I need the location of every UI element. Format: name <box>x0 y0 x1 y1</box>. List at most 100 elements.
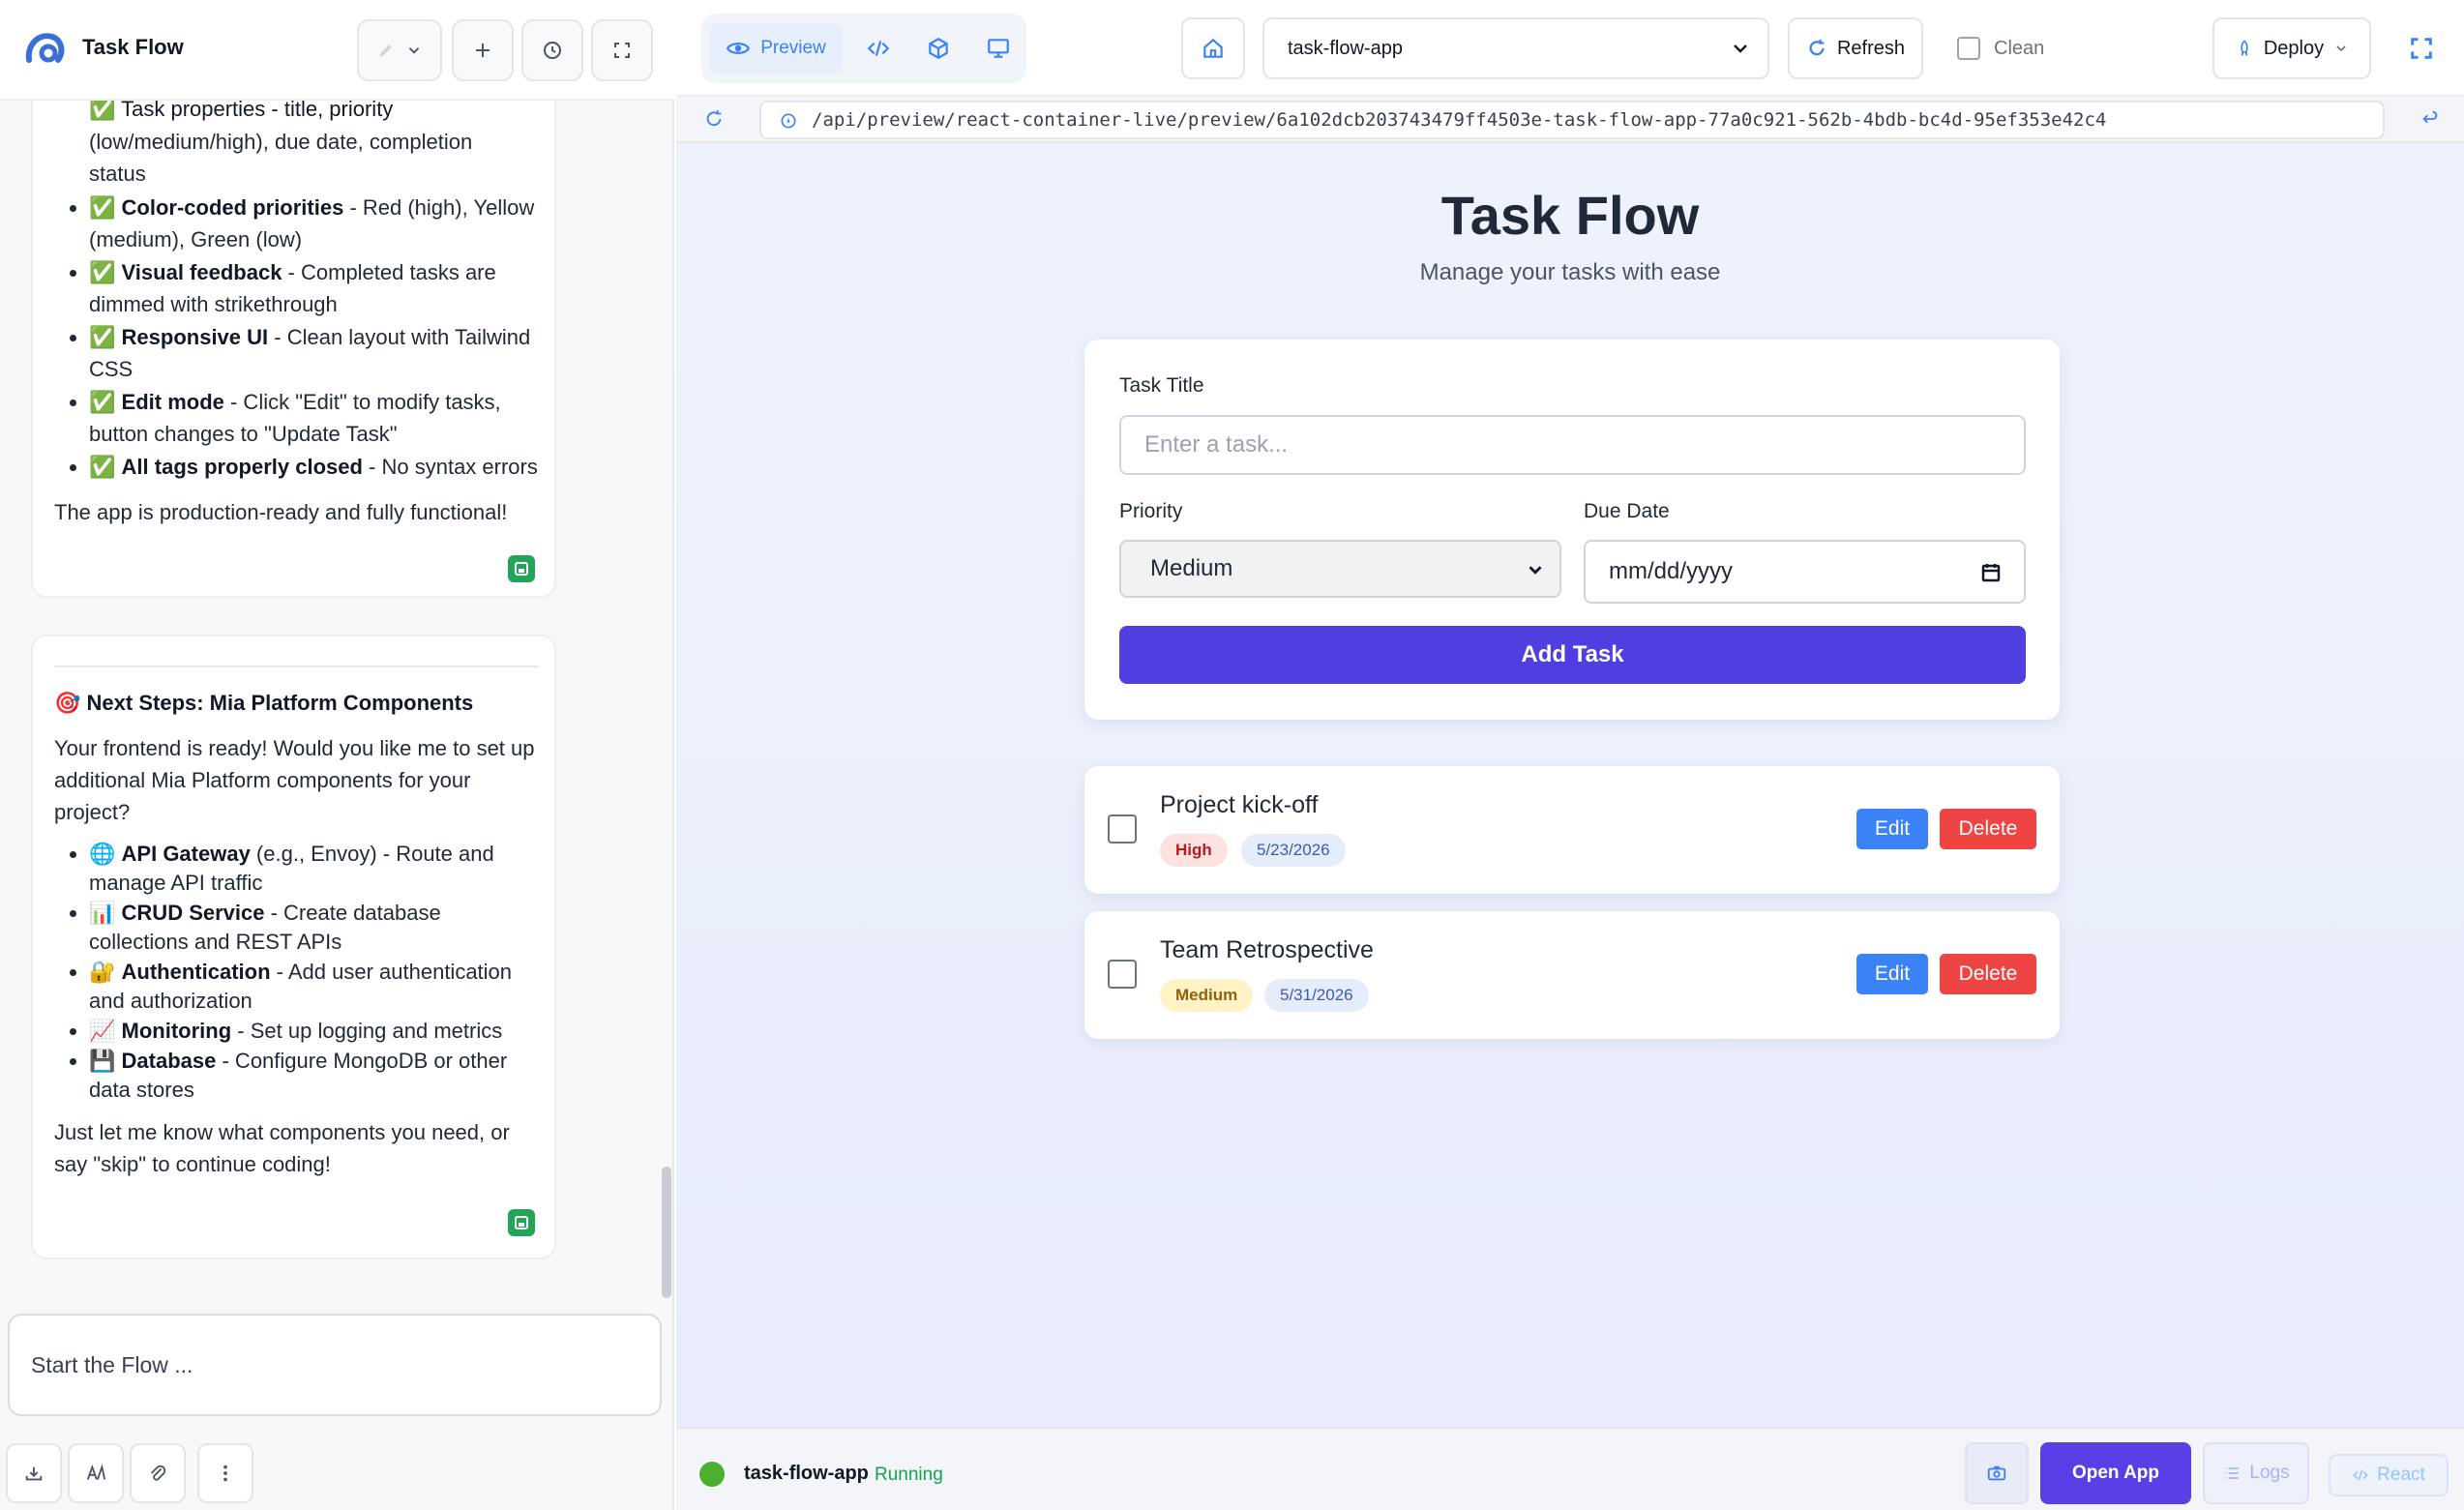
tab-desktop[interactable] <box>974 23 1023 74</box>
clean-toggle[interactable]: Clean <box>1957 37 2044 60</box>
list-item: ✅ All tags properly closed - No syntax e… <box>89 451 538 483</box>
task-complete-checkbox[interactable] <box>1108 960 1137 989</box>
chat-messages: ✅ Task properties - title, priority (low… <box>0 101 674 1296</box>
task-title: Project kick-off <box>1160 791 1319 818</box>
clean-checkbox[interactable] <box>1957 37 1980 60</box>
chat-input[interactable]: Start the Flow ... <box>8 1314 662 1416</box>
chat-header: Task Flow <box>0 0 674 101</box>
delete-task-button[interactable]: Delete <box>1940 954 2036 994</box>
edit-task-button[interactable]: Edit <box>1856 954 1928 994</box>
divider <box>54 666 538 667</box>
url-bar: /api/preview/react-container-live/previe… <box>676 97 2464 143</box>
upload-button[interactable] <box>6 1443 62 1503</box>
status-bar: task-flow-app Running Open App Logs Reac… <box>676 1427 2464 1510</box>
url-text: /api/preview/react-container-live/previe… <box>812 109 2107 131</box>
deploy-button[interactable]: Deploy <box>2212 17 2371 79</box>
task-complete-checkbox[interactable] <box>1108 814 1137 844</box>
cube-icon <box>929 38 948 59</box>
priority-badge: High <box>1160 834 1228 867</box>
refresh-icon <box>1809 39 1825 56</box>
chat-scrollbar[interactable] <box>662 1167 671 1298</box>
list-item-continuation: status <box>89 162 146 186</box>
task-title: Team Retrospective <box>1160 936 1374 963</box>
date-badge: 5/23/2026 <box>1241 834 1346 867</box>
attach-button[interactable] <box>130 1443 186 1503</box>
chevron-down-icon <box>1529 566 1542 575</box>
new-chat-button[interactable] <box>452 19 514 81</box>
message-footer: The app is production-ready and fully fu… <box>54 500 508 524</box>
save-icon <box>515 562 528 576</box>
preview-subtitle: Manage your tasks with ease <box>1419 259 1721 285</box>
chevron-down-icon <box>408 47 420 54</box>
tab-code[interactable] <box>854 23 903 74</box>
message-outro: Just let me know what components you nee… <box>54 1120 510 1176</box>
task-item: Project kick-off High 5/23/2026 Edit Del… <box>1084 766 2060 894</box>
container-name: task-flow-app <box>744 1463 869 1484</box>
open-app-button[interactable]: Open App <box>2040 1442 2191 1504</box>
history-button[interactable] <box>521 19 583 81</box>
list-item: 🔐 Authentication - Add user authenticati… <box>89 958 538 1016</box>
plus-icon <box>476 44 490 57</box>
code-icon <box>867 41 890 56</box>
message-intro: Your frontend is ready! Would you like m… <box>54 736 535 824</box>
calendar-icon <box>1981 564 2001 582</box>
list-item: ✅ Visual feedback - Completed tasks are … <box>89 256 538 320</box>
chevron-down-icon <box>2336 45 2346 52</box>
list-item-continuation: (low/medium/high), due date, completion <box>89 130 473 154</box>
assistant-message: ✅ Task properties - title, priority (low… <box>31 101 556 598</box>
task-form: Task Title Enter a task... Priority Medi… <box>1084 340 2060 720</box>
priority-label: Priority <box>1119 500 1183 522</box>
monitor-icon <box>988 39 1009 58</box>
save-button[interactable] <box>508 1209 535 1236</box>
eye-icon <box>727 43 751 54</box>
task-title-label: Task Title <box>1119 374 1204 397</box>
save-icon <box>515 1216 528 1229</box>
task-title-input[interactable]: Enter a task... <box>1119 415 2026 475</box>
fullscreen-button[interactable] <box>2402 29 2441 68</box>
priority-select[interactable]: Medium <box>1119 540 1561 598</box>
list-item: 📈 Monitoring - Set up logging and metric… <box>89 1017 538 1046</box>
message-heading: 🎯 Next Steps: Mia Platform Components <box>54 691 474 715</box>
list-item: ✅ Responsive UI - Clean layout with Tail… <box>89 321 538 385</box>
delete-task-button[interactable]: Delete <box>1940 809 2036 849</box>
status-indicator-icon <box>699 1462 725 1487</box>
model-selector-button[interactable] <box>357 19 442 81</box>
app-title: Task Flow <box>82 35 184 59</box>
edit-task-button[interactable]: Edit <box>1856 809 1928 849</box>
tab-components[interactable] <box>914 23 963 74</box>
screenshot-button[interactable] <box>1965 1442 2029 1504</box>
container-status: Running <box>875 1465 943 1485</box>
tab-preview[interactable]: Preview <box>709 23 843 74</box>
preview-title: Task Flow <box>1440 185 1700 246</box>
reload-icon <box>706 109 722 127</box>
home-icon <box>1203 38 1223 58</box>
camera-icon <box>1987 1466 2006 1481</box>
chat-panel: Task Flow ✅ Task properties - title, pri… <box>0 0 674 1510</box>
save-button[interactable] <box>508 555 535 582</box>
refresh-button[interactable]: Refresh <box>1788 17 1923 79</box>
undo-icon <box>2422 110 2438 124</box>
assistant-message: 🎯 Next Steps: Mia Platform Components Yo… <box>31 635 556 1259</box>
text-style-icon <box>86 1464 106 1480</box>
font-style-button[interactable] <box>68 1443 124 1503</box>
chat-input-placeholder: Start the Flow ... <box>31 1352 193 1377</box>
home-button[interactable] <box>1181 17 1245 79</box>
expand-button[interactable] <box>591 19 653 81</box>
list-item: 📊 CRUD Service - Create database collect… <box>89 899 538 957</box>
fullscreen-icon <box>2411 38 2432 59</box>
open-external-button[interactable] <box>2419 108 2445 133</box>
logs-button[interactable]: Logs <box>2203 1442 2309 1504</box>
more-options-button[interactable] <box>197 1443 253 1503</box>
add-task-button[interactable]: Add Task <box>1119 626 2026 684</box>
list-item: ✅ Color-coded priorities - Red (high), Y… <box>89 192 538 255</box>
date-badge: 5/31/2026 <box>1264 979 1369 1012</box>
task-item: Team Retrospective Medium 5/31/2026 Edit… <box>1084 911 2060 1039</box>
reload-button[interactable] <box>703 108 728 133</box>
app-logo-icon <box>25 33 65 63</box>
due-date-input[interactable]: mm/dd/yyyy <box>1584 540 2026 604</box>
more-vertical-icon <box>223 1465 227 1482</box>
app-select[interactable]: task-flow-app <box>1262 17 1769 79</box>
upload-icon <box>25 1466 43 1481</box>
framework-badge: React <box>2329 1454 2449 1496</box>
url-field[interactable]: /api/preview/react-container-live/previe… <box>759 101 2385 139</box>
